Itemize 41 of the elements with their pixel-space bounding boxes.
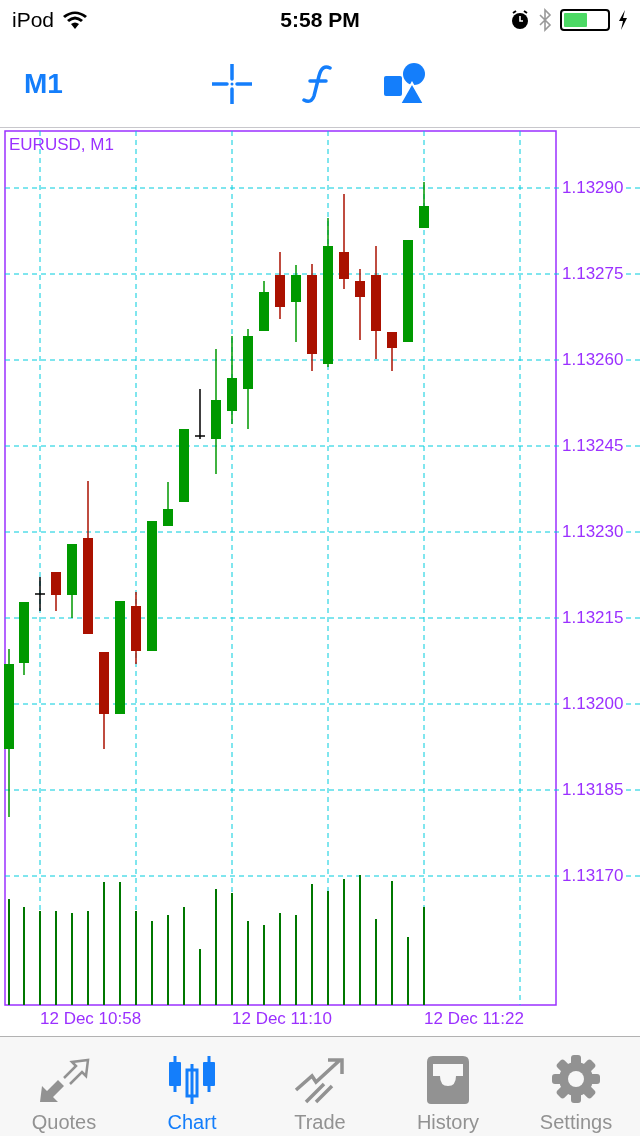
price-label: 1.13275 <box>562 265 624 282</box>
tab-bar-item[interactable]: Settings <box>512 1037 640 1136</box>
price-label: 1.13245 <box>562 437 624 454</box>
tab-bar-item[interactable]: History <box>384 1037 512 1136</box>
arrows-icon <box>38 1058 90 1104</box>
tab-bar-item[interactable]: Trade <box>256 1037 384 1136</box>
time-label: 12 Dec 10:58 <box>40 1010 142 1027</box>
candlestick-icon <box>166 1056 218 1104</box>
time-label: 12 Dec 11:22 <box>424 1010 524 1027</box>
candlestick <box>194 388 206 440</box>
shapes-icon[interactable] <box>384 62 426 104</box>
wifi-icon <box>62 10 89 30</box>
charging-icon <box>618 10 628 30</box>
candlestick <box>34 576 46 612</box>
settings-icon <box>551 1054 601 1104</box>
device-name: iPod <box>12 7 55 34</box>
crosshair-icon[interactable] <box>212 64 252 104</box>
candlestick <box>51 571 61 612</box>
price-label: 1.13200 <box>562 695 624 712</box>
chart-title: EURUSD, M1 <box>9 136 114 153</box>
time-label: 12 Dec 11:10 <box>232 1010 332 1027</box>
tab-bar-item[interactable]: Quotes <box>0 1037 128 1136</box>
price-label: 1.13230 <box>562 523 624 540</box>
price-label: 1.13290 <box>562 179 624 196</box>
bluetooth-icon <box>538 8 552 32</box>
trend-arrow-icon <box>294 1056 346 1104</box>
candlestick <box>163 481 173 527</box>
candlestick <box>387 331 397 372</box>
price-label: 1.13170 <box>562 867 624 884</box>
clock-time: 5:58 PM <box>280 7 360 34</box>
candlestick <box>275 251 285 320</box>
candlestick <box>259 280 269 332</box>
timeframe-button[interactable]: M1 <box>24 62 63 105</box>
alarm-icon <box>510 10 530 30</box>
price-label: 1.13215 <box>562 609 624 626</box>
price-label: 1.13260 <box>562 351 624 368</box>
candlestick <box>419 181 429 229</box>
price-label: 1.13185 <box>562 781 624 798</box>
tab-bar-item[interactable]: Chart <box>128 1037 256 1136</box>
battery-icon <box>560 9 610 31</box>
function-icon[interactable] <box>302 64 334 104</box>
